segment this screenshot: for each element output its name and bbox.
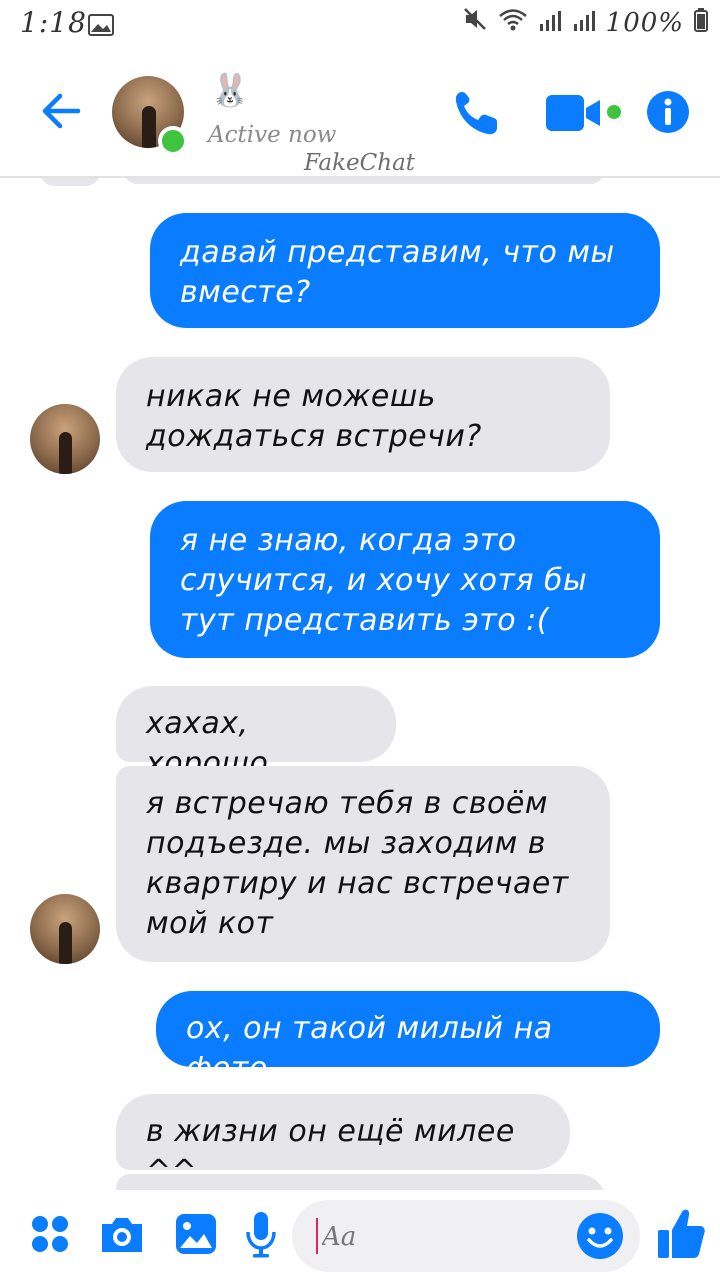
message-bubble-outgoing[interactable]: ох, он такой милый на фото [156, 991, 660, 1086]
watermark: FakeChat [304, 150, 416, 176]
chat-header: 🐰 Active now FakeChat [0, 50, 720, 178]
previous-bubble-fragment [124, 178, 604, 184]
message-bubble-incoming[interactable]: хахах, хорошо [116, 686, 396, 781]
camera-icon[interactable] [98, 1214, 146, 1260]
contact-avatar-small[interactable] [30, 404, 100, 474]
apps-icon[interactable] [30, 1214, 70, 1258]
clock: 1:18 [20, 6, 87, 39]
message-bubble-incoming[interactable]: я встречаю тебя в своём подъезде. мы зах… [116, 766, 610, 962]
message-bubble-outgoing[interactable]: я не знаю, когда это случится, и хочу хо… [150, 501, 660, 658]
battery-icon [694, 6, 708, 39]
online-indicator [158, 126, 188, 156]
microphone-icon[interactable] [244, 1210, 278, 1262]
back-arrow-icon[interactable] [38, 88, 84, 138]
status-bar: 1:18 100% [0, 0, 720, 50]
contact-name-emoji[interactable]: 🐰 [210, 74, 250, 106]
phone-icon[interactable] [452, 88, 500, 142]
signal-icon [538, 6, 562, 39]
contact-avatar-small[interactable] [30, 894, 100, 964]
message-input[interactable] [320, 1214, 574, 1260]
info-icon[interactable] [646, 90, 690, 138]
gallery-icon[interactable] [174, 1212, 218, 1260]
composer-bar [0, 1190, 720, 1280]
signal-icon-2 [572, 6, 596, 39]
text-caret [316, 1218, 318, 1254]
message-bubble-outgoing[interactable]: давай представим, что мы вместе? [150, 213, 660, 328]
active-status: Active now [208, 122, 337, 148]
video-camera-icon[interactable] [544, 92, 624, 138]
avatar-fragment [40, 178, 100, 186]
battery-percent: 100% [605, 7, 684, 38]
image-notification-icon [88, 10, 114, 43]
wifi-icon [498, 6, 528, 39]
mute-icon [462, 6, 488, 39]
message-input-field[interactable] [292, 1200, 640, 1272]
emoji-icon[interactable] [576, 1212, 624, 1264]
message-bubble-incoming[interactable]: никак не можешь дождаться встречи? [116, 357, 610, 472]
message-list[interactable]: давай представим, что мы вместе? никак н… [0, 178, 720, 1190]
thumbs-up-icon[interactable] [656, 1206, 706, 1266]
message-bubble-incoming[interactable]: в жизни он ещё милее ^^ [116, 1094, 570, 1189]
next-bubble-fragment [116, 1174, 606, 1190]
